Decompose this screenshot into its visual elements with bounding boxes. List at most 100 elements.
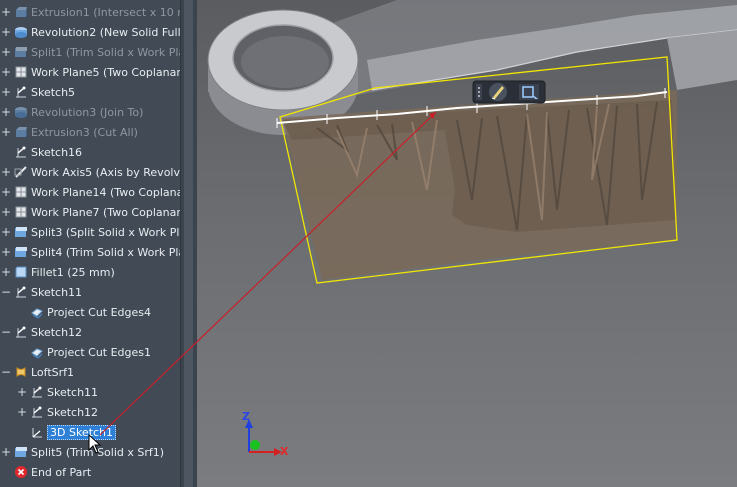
browser-node-label: Project Cut Edges1 xyxy=(47,345,152,359)
browser-node-label: Work Axis5 (Axis by Revolved xyxy=(31,165,180,179)
extrusion-icon xyxy=(14,5,28,19)
browser-node[interactable]: + Work Plane7 (Two Coplanar Ed xyxy=(0,202,180,222)
expand-icon[interactable]: + xyxy=(0,66,12,78)
browser-node[interactable]: + Split1 (Trim Solid x Work Plane xyxy=(0,42,180,62)
browser-node[interactable]: + Split3 (Split Solid x Work Plane xyxy=(0,222,180,242)
browser-node-label: Sketch16 xyxy=(31,145,83,159)
boss-hole-inner xyxy=(241,36,329,88)
browser-node-label: Extrusion3 (Cut All) xyxy=(31,125,138,139)
browser-node[interactable]: + Sketch12 xyxy=(0,402,180,422)
fillet-icon xyxy=(14,265,28,279)
browser-node[interactable]: − Sketch11 xyxy=(0,282,180,302)
expand-icon[interactable]: + xyxy=(0,246,12,258)
handle-icon[interactable] xyxy=(476,84,482,100)
work-plane-icon xyxy=(14,205,28,219)
sketch-icon xyxy=(14,145,28,159)
work-axis-icon xyxy=(14,165,28,179)
browser-node-label: Revolution3 (Join To) xyxy=(31,105,144,119)
triad-z-label: Z xyxy=(242,410,250,423)
browser-node-label: Split3 (Split Solid x Work Plane xyxy=(31,225,180,239)
graphics-viewport[interactable]: Z X xyxy=(197,0,737,487)
browser-node-label: 3D Sketch1 xyxy=(47,424,117,440)
split-icon xyxy=(14,225,28,239)
browser-node-label: Sketch12 xyxy=(31,325,83,339)
browser-node-label: LoftSrf1 xyxy=(31,365,75,379)
view-triad[interactable] xyxy=(245,419,282,456)
model-browser: + Extrusion1 (Intersect x 10 mm + Revolutio… xyxy=(0,0,180,487)
browser-node-label: Project Cut Edges4 xyxy=(47,305,152,319)
browser-node-label: Work Plane14 (Two Coplanar E xyxy=(31,185,180,199)
browser-node-label: Split1 (Trim Solid x Work Plane xyxy=(31,45,180,59)
sketch-icon xyxy=(30,385,44,399)
browser-node[interactable]: + Extrusion3 (Cut All) xyxy=(0,122,180,142)
tree-connector xyxy=(0,146,12,158)
sketch-icon xyxy=(14,85,28,99)
browser-node[interactable]: Project Cut Edges1 xyxy=(0,342,180,362)
expand-icon[interactable]: + xyxy=(0,206,12,218)
expand-icon[interactable]: + xyxy=(16,406,28,418)
browser-node-label: Sketch11 xyxy=(47,385,99,399)
split-icon xyxy=(14,245,28,259)
browser-node[interactable]: + Split4 (Trim Solid x Work Plane xyxy=(0,242,180,262)
browser-node-label: Sketch5 xyxy=(31,85,76,99)
project-cut-edges-icon xyxy=(30,305,44,319)
expand-icon[interactable]: + xyxy=(0,46,12,58)
revolution-icon xyxy=(14,25,28,39)
scrollbar-thumb[interactable] xyxy=(184,0,193,487)
browser-node[interactable]: End of Part xyxy=(0,462,180,482)
browser-node[interactable]: + Fillet1 (25 mm) xyxy=(0,262,180,282)
browser-node[interactable]: + Extrusion1 (Intersect x 10 mm xyxy=(0,2,180,22)
select-icon[interactable] xyxy=(519,84,539,100)
collapse-icon[interactable]: − xyxy=(0,366,12,378)
loft-icon xyxy=(14,365,28,379)
split-icon xyxy=(14,45,28,59)
browser-node-label: Fillet1 (25 mm) xyxy=(31,265,115,279)
sketch-icon xyxy=(14,325,28,339)
tree-connector xyxy=(16,426,28,438)
expand-icon[interactable]: + xyxy=(0,126,12,138)
tree-connector xyxy=(16,346,28,358)
edit-sketch-icon[interactable] xyxy=(489,83,507,101)
browser-node[interactable]: Project Cut Edges4 xyxy=(0,302,180,322)
expand-icon[interactable]: + xyxy=(0,266,12,278)
browser-node[interactable]: + Work Axis5 (Axis by Revolved xyxy=(0,162,180,182)
browser-node[interactable]: + Revolution2 (New Solid Full) xyxy=(0,22,180,42)
expand-icon[interactable]: + xyxy=(0,186,12,198)
expand-icon[interactable]: + xyxy=(0,446,12,458)
expand-icon[interactable]: + xyxy=(0,26,12,38)
mouse-cursor-icon xyxy=(88,434,102,454)
browser-node[interactable]: + Sketch5 xyxy=(0,82,180,102)
sketch-icon xyxy=(30,405,44,419)
collapse-icon[interactable]: − xyxy=(0,326,12,338)
browser-node[interactable]: − LoftSrf1 xyxy=(0,362,180,382)
browser-node[interactable]: + Revolution3 (Join To) xyxy=(0,102,180,122)
expand-icon[interactable]: + xyxy=(0,6,12,18)
3d-sketch-icon xyxy=(30,425,44,439)
collapse-icon[interactable]: − xyxy=(0,286,12,298)
browser-node-label: Extrusion1 (Intersect x 10 mm xyxy=(31,5,180,19)
expand-icon[interactable]: + xyxy=(16,386,28,398)
expand-icon[interactable]: + xyxy=(0,166,12,178)
model-canvas xyxy=(207,0,737,456)
part-body-right-face xyxy=(667,30,737,90)
expand-icon[interactable]: + xyxy=(0,106,12,118)
browser-node[interactable]: Sketch16 xyxy=(0,142,180,162)
triad-x-label: X xyxy=(280,445,289,458)
tree-connector xyxy=(16,306,28,318)
browser-node[interactable]: + Work Plane14 (Two Coplanar E xyxy=(0,182,180,202)
browser-scrollbar[interactable] xyxy=(180,0,197,487)
tree-connector xyxy=(0,466,12,478)
browser-node[interactable]: + Sketch11 xyxy=(0,382,180,402)
browser-node-label: Sketch11 xyxy=(31,285,83,299)
project-cut-edges-icon xyxy=(30,345,44,359)
browser-node-label: Sketch12 xyxy=(47,405,99,419)
expand-icon[interactable]: + xyxy=(0,226,12,238)
browser-node[interactable]: − Sketch12 xyxy=(0,322,180,342)
browser-node[interactable]: + Work Plane5 (Two Coplanar Ed xyxy=(0,62,180,82)
extrusion-icon xyxy=(14,125,28,139)
browser-node-label: Work Plane5 (Two Coplanar Ed xyxy=(31,65,180,79)
work-plane-icon xyxy=(14,185,28,199)
browser-node-label: Work Plane7 (Two Coplanar Ed xyxy=(31,205,180,219)
expand-icon[interactable]: + xyxy=(0,86,12,98)
revolution-icon xyxy=(14,105,28,119)
